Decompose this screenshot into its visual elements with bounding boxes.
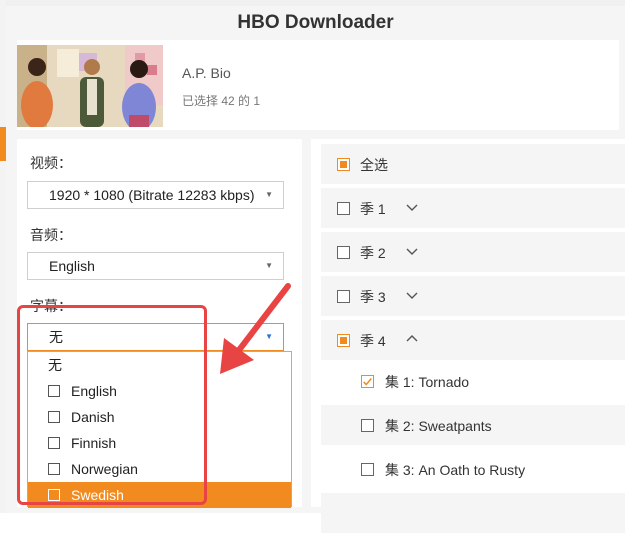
select-all-row[interactable]: 全选 bbox=[321, 144, 625, 184]
season-checkbox[interactable] bbox=[337, 334, 350, 347]
season-checkbox[interactable] bbox=[337, 202, 350, 215]
audio-language-select[interactable]: English ▼ bbox=[27, 252, 284, 280]
episode-checkbox[interactable] bbox=[361, 463, 374, 476]
select-all-label: 全选 bbox=[360, 157, 388, 173]
episode-checkbox[interactable] bbox=[361, 419, 374, 432]
show-title: A.P. Bio bbox=[182, 65, 231, 81]
video-quality-value: 1920 * 1080 (Bitrate 12283 kbps) bbox=[49, 187, 255, 203]
episode-row-2[interactable]: 集 2: Sweatpants bbox=[321, 405, 625, 445]
season-checkbox[interactable] bbox=[337, 246, 350, 259]
episode-label: 集 1: Tornado bbox=[385, 372, 469, 392]
season-label: 季 1 bbox=[360, 201, 386, 217]
selection-status: 已选择 42 的 1 bbox=[182, 94, 261, 108]
chevron-up-icon[interactable] bbox=[405, 332, 419, 346]
episode-row-4 bbox=[321, 493, 625, 533]
episode-prefix: 集 bbox=[385, 374, 399, 390]
episode-label: 集 3: An Oath to Rusty bbox=[385, 460, 525, 480]
season-checkbox[interactable] bbox=[337, 290, 350, 303]
chevron-down-icon[interactable] bbox=[405, 288, 419, 302]
season-row-3[interactable]: 季 3 bbox=[321, 276, 625, 316]
chevron-down-icon[interactable] bbox=[405, 244, 419, 258]
season-label: 季 3 bbox=[360, 289, 386, 305]
episode-prefix: 集 bbox=[385, 418, 399, 434]
episode-list-panel: 全选 季 1 季 2 季 3 季 4 集 1: Tornado 集 2: Swe… bbox=[311, 139, 625, 533]
season-row-2[interactable]: 季 2 bbox=[321, 232, 625, 272]
chevron-down-icon[interactable] bbox=[405, 200, 419, 214]
audio-language-value: English bbox=[49, 258, 95, 274]
episode-row-1[interactable]: 集 1: Tornado bbox=[321, 361, 625, 401]
video-quality-select[interactable]: 1920 * 1080 (Bitrate 12283 kbps) ▼ bbox=[27, 181, 284, 209]
caret-down-icon: ▼ bbox=[265, 190, 273, 199]
annotation-arrow-icon bbox=[220, 283, 291, 374]
show-thumbnail bbox=[17, 45, 163, 127]
season-label: 季 2 bbox=[360, 245, 386, 261]
episode-prefix: 集 bbox=[385, 462, 399, 478]
season-row-1[interactable]: 季 1 bbox=[321, 188, 625, 228]
episode-checkbox-checked[interactable] bbox=[361, 375, 374, 388]
window-title: HBO Downloader bbox=[237, 12, 394, 33]
episode-label: 集 2: Sweatpants bbox=[385, 416, 492, 436]
annotation-highlight-box bbox=[17, 305, 207, 505]
audio-label: 音频： bbox=[30, 227, 72, 243]
season-row-4[interactable]: 季 4 bbox=[321, 320, 625, 360]
caret-down-icon: ▼ bbox=[265, 261, 273, 270]
select-all-checkbox[interactable] bbox=[337, 158, 350, 171]
episode-row-3[interactable]: 集 3: An Oath to Rusty bbox=[321, 449, 625, 489]
episode-title: 3: An Oath to Rusty bbox=[402, 462, 526, 478]
season-label: 季 4 bbox=[360, 333, 386, 349]
episode-title: 1: Tornado bbox=[402, 374, 470, 390]
episode-title: 2: Sweatpants bbox=[402, 418, 492, 434]
show-header: A.P. Bio 已选择 42 的 1 bbox=[17, 40, 619, 130]
video-label: 视频： bbox=[30, 155, 72, 171]
show-thumbnail-image bbox=[17, 45, 163, 127]
